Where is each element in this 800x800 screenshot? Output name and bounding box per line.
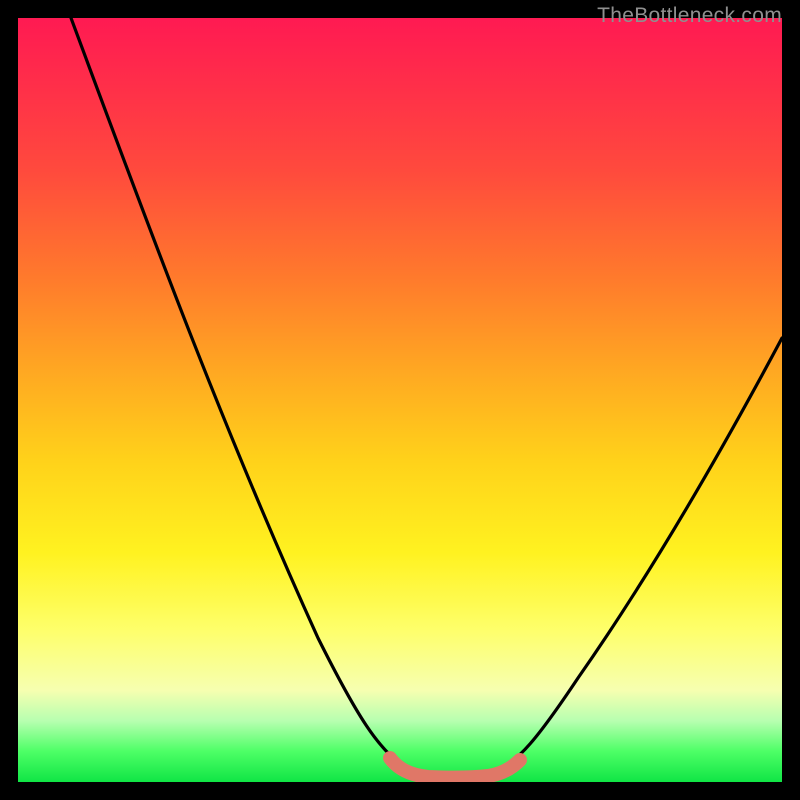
watermark-text: TheBottleneck.com: [597, 4, 782, 28]
chart-stage: TheBottleneck.com: [0, 0, 800, 800]
chart-plot-area: [18, 18, 782, 782]
